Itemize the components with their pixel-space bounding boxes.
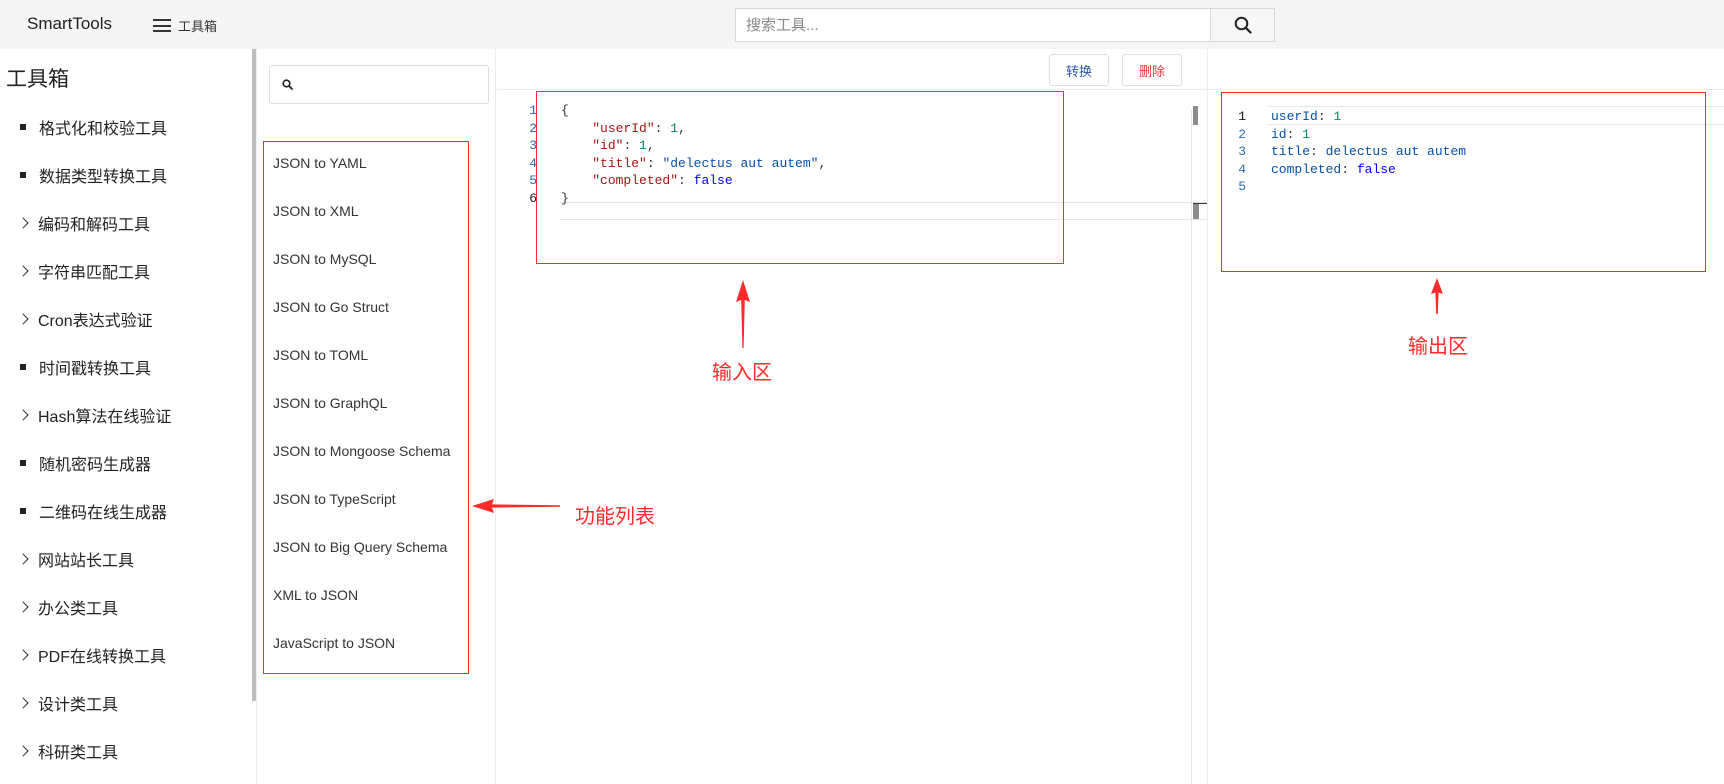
sidebar-item-label: 字符串匹配工具 — [38, 265, 151, 282]
input-area-label: 输入区 — [712, 362, 772, 384]
top-header: SmartTools 工具箱 — [0, 0, 1724, 49]
hamburger-menu-icon — [153, 19, 171, 32]
chevron-right-icon — [17, 265, 38, 277]
sidebar-title: 工具箱 — [6, 68, 69, 91]
global-search-input[interactable] — [736, 9, 1210, 41]
sidebar-item[interactable]: 设计类工具 — [0, 679, 250, 727]
line-number: 3 — [529, 138, 537, 153]
chevron-right-icon — [17, 217, 38, 229]
sidebar-item[interactable]: 格式化和校验工具 — [0, 103, 250, 151]
output-area-arrow-icon — [1431, 278, 1443, 314]
sidebar-item-label: Cron表达式验证 — [38, 313, 153, 330]
bullet-icon — [19, 508, 39, 514]
sidebar-item-label: 随机密码生成器 — [39, 457, 152, 474]
bullet-icon — [19, 364, 39, 370]
line-number: 1 — [529, 103, 537, 118]
toolbar-divider — [497, 89, 1207, 90]
sidebar-item-label: 设计类工具 — [38, 697, 119, 714]
sidebar-item[interactable]: 时间戳转换工具 — [0, 343, 250, 391]
category-list: 格式化和校验工具 数据类型转换工具 编码和解码工具 字符串匹配工具 Cron表达式验证时… — [0, 103, 250, 775]
sidebar-item[interactable]: 字符串匹配工具 — [0, 247, 250, 295]
sidebar-item-label: 科研类工具 — [38, 745, 119, 762]
sidebar-item[interactable]: 办公类工具 — [0, 583, 250, 631]
sidebar-item[interactable]: Hash算法在线验证 — [0, 391, 250, 439]
sidebar-item-label: Hash算法在线验证 — [38, 409, 172, 426]
global-search-button[interactable] — [1210, 9, 1274, 41]
sidebar-item-label: 办公类工具 — [38, 601, 119, 618]
sidebar-item[interactable]: PDF在线转换工具 — [0, 631, 250, 679]
chevron-right-icon — [17, 313, 38, 325]
output-area-label: 输出区 — [1408, 336, 1468, 358]
function-list-annotation-box — [263, 141, 469, 674]
bullet-icon — [19, 124, 39, 130]
sidebar-item-label: 格式化和校验工具 — [39, 121, 168, 138]
editor-scrollbar-thumb[interactable] — [1193, 106, 1198, 125]
chevron-right-icon — [17, 553, 38, 565]
sidebar-item-label: 编码和解码工具 — [38, 217, 151, 234]
output-area-annotation-box — [1221, 92, 1706, 272]
search-icon — [1234, 16, 1252, 34]
sidebar-item[interactable]: 网站站长工具 — [0, 535, 250, 583]
line-number: 2 — [529, 120, 537, 136]
function-list-arrow-icon — [472, 499, 560, 513]
convert-button[interactable]: 转换 — [1049, 54, 1110, 86]
sidebar-item[interactable]: 二维码在线生成器 — [0, 487, 250, 535]
sidebar-item-label: PDF在线转换工具 — [38, 649, 167, 666]
global-search — [735, 8, 1275, 42]
sidebar-item[interactable]: 编码和解码工具 — [0, 199, 250, 247]
line-number: 6 — [529, 190, 537, 206]
sidebar-item-label: 二维码在线生成器 — [39, 505, 168, 522]
function-list-label: 功能列表 — [575, 506, 655, 528]
line-number: 5 — [529, 173, 537, 188]
delete-button[interactable]: 删除 — [1122, 54, 1183, 86]
line-number: 4 — [529, 155, 537, 171]
sidebar-item-label: 网站站长工具 — [38, 553, 135, 570]
function-search — [269, 65, 489, 104]
chevron-right-icon — [17, 745, 38, 757]
function-search-input[interactable] — [299, 76, 479, 93]
sidebar-item-label: 时间戳转换工具 — [39, 361, 152, 378]
chevron-right-icon — [17, 697, 38, 709]
brand-logo-text[interactable]: SmartTools — [27, 14, 112, 34]
chevron-right-icon — [17, 649, 38, 661]
output-toolbar-divider — [1208, 89, 1724, 90]
search-icon — [282, 79, 293, 90]
sidebar-item-label: 数据类型转换工具 — [39, 169, 168, 186]
chevron-right-icon — [17, 601, 38, 613]
sidebar-item[interactable]: 科研类工具 — [0, 727, 250, 775]
bullet-icon — [19, 460, 39, 466]
input-area-annotation-box — [536, 91, 1064, 264]
toolbox-menu-button[interactable]: 工具箱 — [153, 16, 217, 35]
sidebar-item[interactable]: Cron表达式验证 — [0, 295, 250, 343]
toolbox-menu-label: 工具箱 — [178, 19, 218, 34]
sidebar-item[interactable]: 数据类型转换工具 — [0, 151, 250, 199]
chevron-right-icon — [17, 409, 38, 421]
bullet-icon — [19, 172, 39, 178]
category-sidebar: 工具箱 格式化和校验工具 数据类型转换工具 编码和解码工具 字符串匹配工具 Cron表达… — [0, 49, 253, 784]
input-area-arrow-icon — [736, 280, 750, 348]
sidebar-item[interactable]: 随机密码生成器 — [0, 439, 250, 487]
